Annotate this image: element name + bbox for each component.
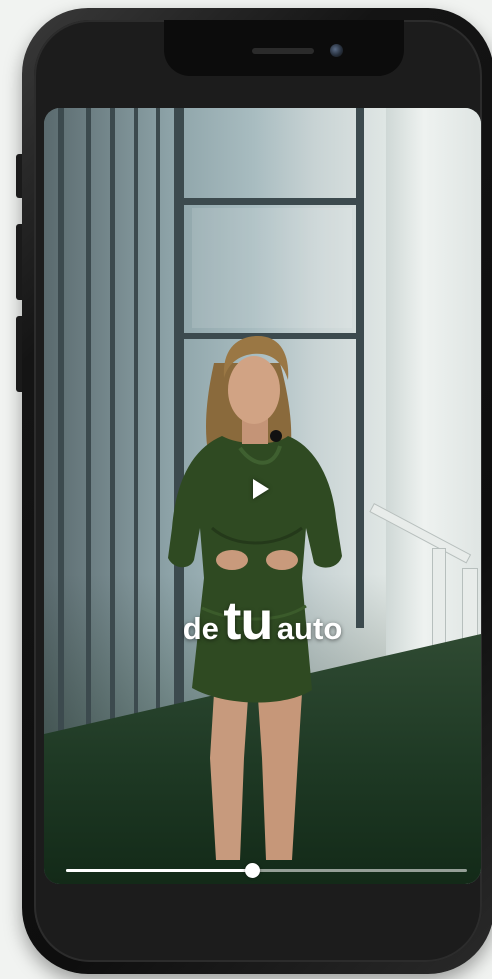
phone-side-button-mute xyxy=(16,154,22,198)
speaker-grille xyxy=(252,48,314,54)
caption-word-main: tu xyxy=(223,591,273,651)
caption-word-pre: de xyxy=(182,611,219,646)
phone-notch xyxy=(164,20,404,76)
page: de tu auto xyxy=(0,0,492,979)
video-player[interactable]: de tu auto xyxy=(44,108,481,884)
phone-side-button-volume-up xyxy=(16,224,22,300)
video-progress-bar[interactable] xyxy=(66,863,467,878)
phone-side-button-volume-down xyxy=(16,316,22,392)
caption-word-post: auto xyxy=(276,611,343,646)
camera-icon xyxy=(330,44,343,57)
play-icon[interactable] xyxy=(253,479,269,499)
video-caption: de tu auto xyxy=(44,594,481,648)
video-progress-fill xyxy=(66,869,253,872)
